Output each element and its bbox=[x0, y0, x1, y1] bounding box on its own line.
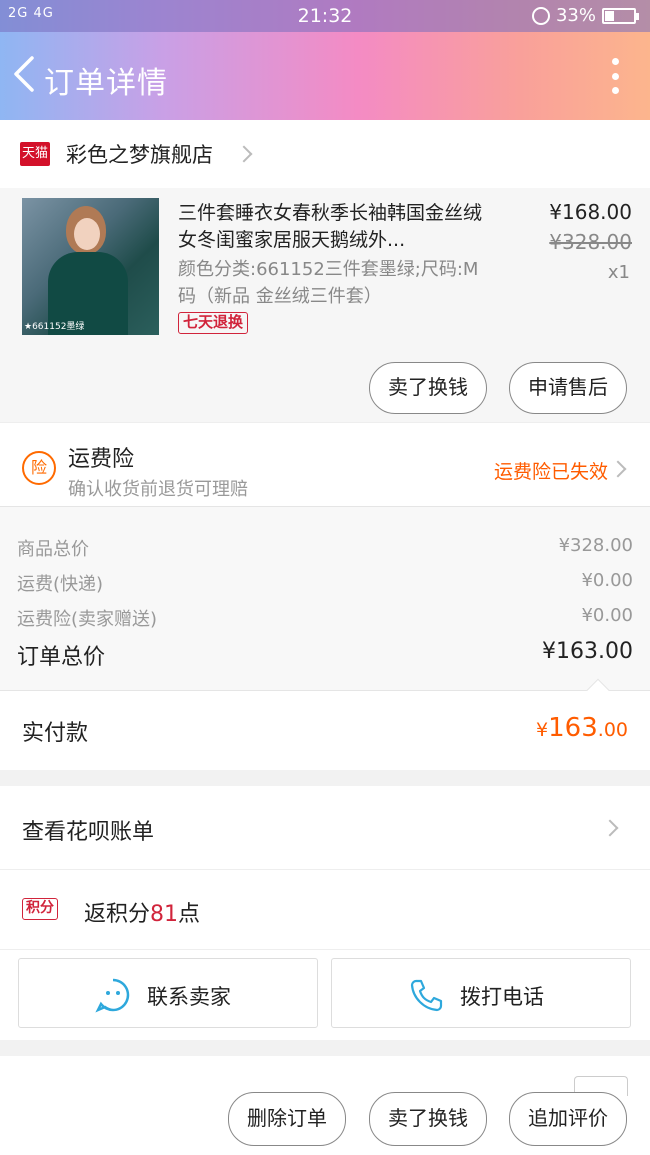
page-title: 订单详情 bbox=[44, 66, 168, 101]
product-item[interactable]: ★661152墨绿 三件套睡衣女春秋季长袖韩国金丝绒女冬闺蜜家居服天鹅绒外...… bbox=[0, 188, 650, 422]
contact-seller-button[interactable]: 联系卖家 bbox=[18, 958, 318, 1028]
section-gap bbox=[0, 1040, 650, 1056]
sell-button[interactable]: 卖了换钱 bbox=[369, 362, 487, 414]
freight-insurance-row[interactable]: 险 运费险 确认收货前退货可理赔 运费险已失效 bbox=[0, 422, 650, 506]
call-phone-label: 拨打电话 bbox=[460, 985, 544, 1009]
order-total-value: ¥163.00 bbox=[542, 639, 633, 664]
insurance-status: 运费险已失效 bbox=[493, 461, 608, 483]
tmall-badge: 天猫 bbox=[20, 142, 50, 166]
add-review-button[interactable]: 追加评价 bbox=[509, 1092, 627, 1146]
alarm-icon bbox=[531, 6, 550, 25]
paid-amount-row: 实付款 ¥163.00 bbox=[0, 678, 650, 770]
delete-order-button[interactable]: 删除订单 bbox=[228, 1092, 346, 1146]
goods-total-value: ¥328.00 bbox=[558, 535, 633, 556]
points-text: 返积分81点 bbox=[84, 902, 201, 927]
product-image[interactable]: ★661152墨绿 bbox=[22, 198, 159, 335]
shipping-value: ¥0.00 bbox=[581, 570, 633, 591]
goods-total-row: 商品总价 ¥328.00 bbox=[17, 535, 633, 561]
store-name: 彩色之梦旗舰店 bbox=[66, 143, 213, 167]
product-original-price: ¥328.00 bbox=[549, 230, 632, 254]
insurance-fee-label: 运费险(卖家赠送) bbox=[17, 609, 158, 630]
chat-face-icon bbox=[95, 978, 130, 1013]
paid-value: ¥163.00 bbox=[536, 713, 628, 743]
insurance-title: 运费险 bbox=[68, 447, 135, 472]
bottom-sell-button[interactable]: 卖了换钱 bbox=[369, 1092, 487, 1146]
call-phone-button[interactable]: 拨打电话 bbox=[331, 958, 631, 1028]
insurance-icon: 险 bbox=[22, 451, 56, 485]
shipping-row: 运费(快递) ¥0.00 bbox=[17, 570, 633, 596]
more-vertical-icon[interactable] bbox=[610, 58, 620, 94]
product-price: ¥168.00 bbox=[549, 200, 632, 224]
insurance-fee-row: 运费险(卖家赠送) ¥0.00 bbox=[17, 605, 633, 631]
product-spec: 颜色分类:661152三件套墨绿;尺码:M码（新品 金丝绒三件套） bbox=[178, 259, 479, 307]
battery-percent: 33% bbox=[555, 5, 596, 26]
chevron-right-icon bbox=[601, 819, 619, 837]
app-header: 订单详情 bbox=[0, 32, 650, 120]
paid-label: 实付款 bbox=[22, 721, 89, 746]
status-right: 33% bbox=[531, 5, 639, 26]
battery-fill bbox=[605, 10, 615, 21]
back-button[interactable] bbox=[8, 52, 38, 96]
order-total-label: 订单总价 bbox=[17, 645, 106, 670]
product-name: 三件套睡衣女春秋季长袖韩国金丝绒女冬闺蜜家居服天鹅绒外... bbox=[178, 202, 483, 251]
chevron-right-icon bbox=[609, 460, 627, 478]
product-quantity: x1 bbox=[607, 262, 630, 283]
insurance-fee-value: ¥0.00 bbox=[581, 605, 633, 626]
order-total-row: 订单总价 ¥163.00 bbox=[17, 639, 633, 671]
contact-section: 联系卖家 拨打电话 bbox=[0, 950, 650, 1040]
bottom-action-bar: 删除订单 卖了换钱 追加评价 bbox=[0, 1056, 650, 1155]
seven-day-return-badge: 七天退换 bbox=[178, 312, 249, 334]
product-image-tag: ★661152墨绿 bbox=[24, 322, 85, 332]
points-badge: 积分 bbox=[22, 898, 58, 920]
chevron-right-icon bbox=[235, 145, 253, 163]
points-row: 积分 返积分81点 bbox=[0, 870, 650, 950]
status-bar: 2G 4G 21:32 33% bbox=[0, 0, 650, 32]
goods-total-label: 商品总价 bbox=[17, 539, 89, 560]
store-row[interactable]: 天猫 彩色之梦旗舰店 bbox=[0, 120, 650, 188]
battery-icon bbox=[602, 7, 639, 24]
shipping-label: 运费(快递) bbox=[17, 574, 104, 595]
aftersale-button[interactable]: 申请售后 bbox=[509, 362, 627, 414]
price-summary: 商品总价 ¥328.00 运费(快递) ¥0.00 运费险(卖家赠送) ¥0.0… bbox=[0, 506, 650, 690]
chevron-left-icon bbox=[14, 56, 34, 92]
huabei-label: 查看花呗账单 bbox=[22, 820, 155, 845]
huabei-bill-row[interactable]: 查看花呗账单 bbox=[0, 786, 650, 870]
contact-seller-label: 联系卖家 bbox=[147, 985, 231, 1009]
phone-icon bbox=[410, 979, 443, 1012]
insurance-subtitle: 确认收货前退货可理赔 bbox=[68, 479, 248, 500]
